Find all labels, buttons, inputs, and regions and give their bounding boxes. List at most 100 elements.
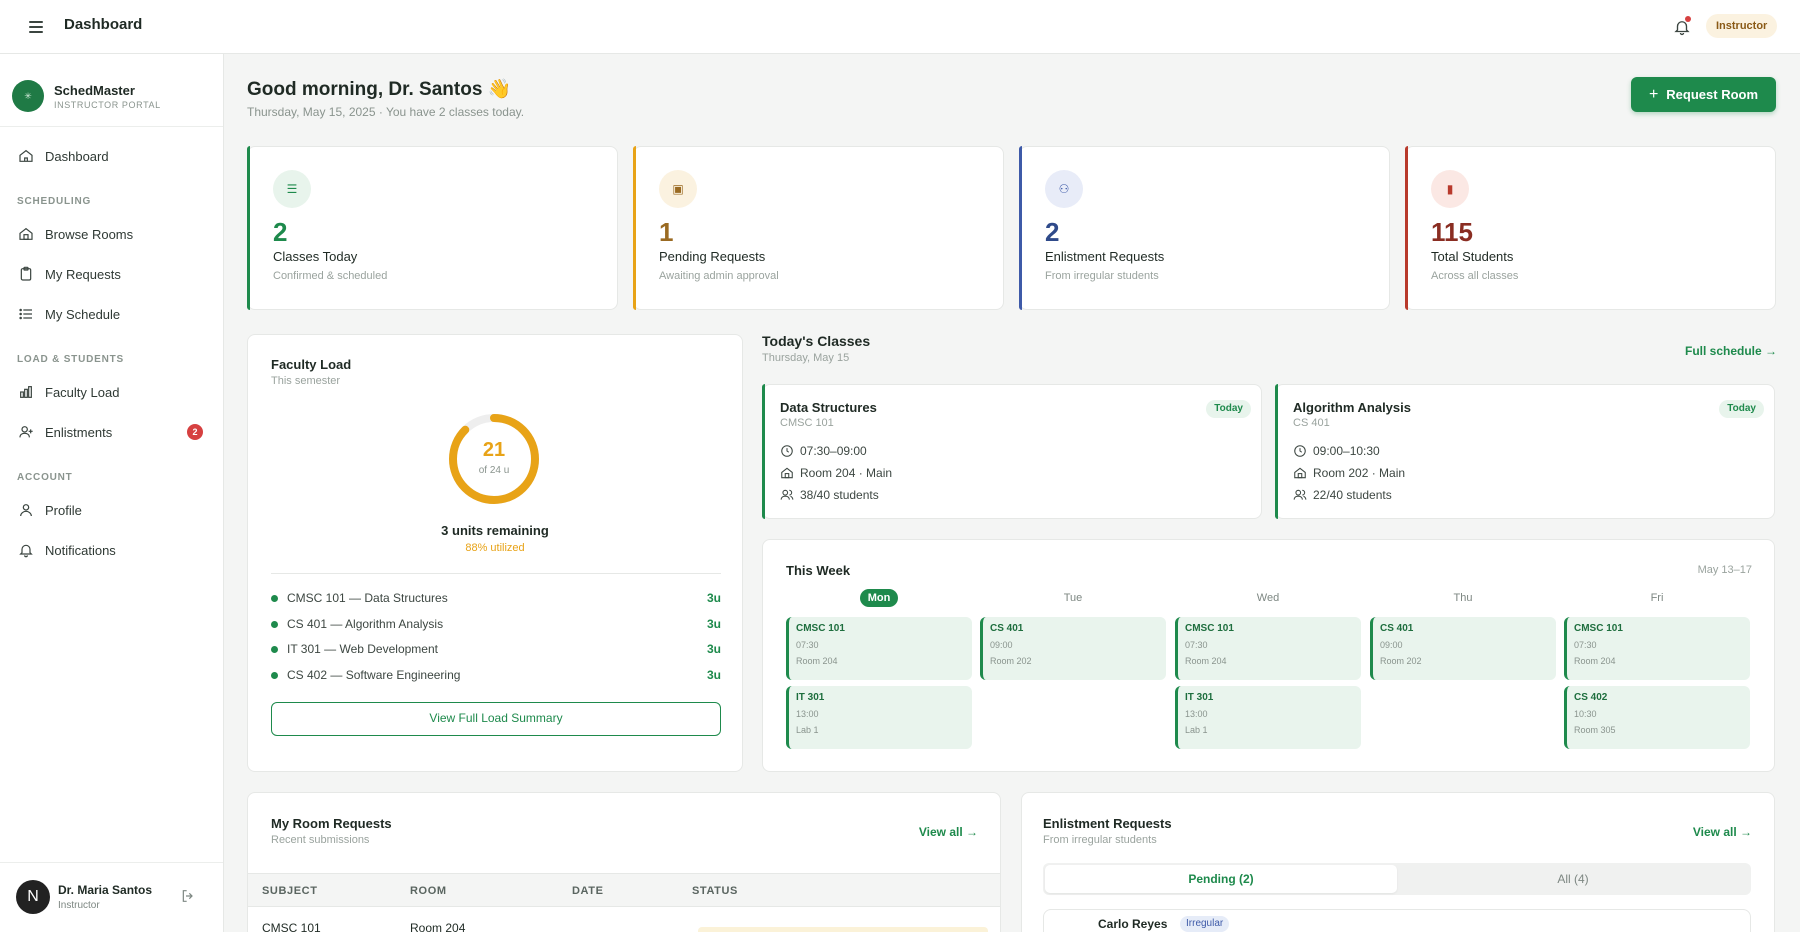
slot-code: CS 401 [1380,623,1414,634]
class-students: 22/40 students [1293,488,1392,502]
sidebar-item-my-schedule[interactable]: My Schedule [0,296,223,332]
stat-value: 2 [273,217,288,247]
room-requests-card: My Room Requests Recent submissions View… [247,792,1001,932]
class-card-algorithm-analysis[interactable]: Algorithm Analysis CS 401 Today 09:00–10… [1275,384,1775,519]
course-name: IT 301 — Web Development [287,642,438,656]
view-all-enlistments-link[interactable]: View all → [1693,825,1752,839]
page-title: Dashboard [64,16,143,33]
card-subtitle: From irregular students [1043,834,1157,846]
sidebar-item-enlistments[interactable]: Enlistments 2 [0,414,223,450]
day-header-mon: Mon [786,589,972,607]
cell-room: Room 204 [410,921,466,932]
column-header-subject: SUBJECT [262,885,318,897]
stat-subtitle: From irregular students [1045,270,1159,282]
day-header-tue: Tue [980,592,1166,604]
card-title: This Week [786,563,851,578]
plus-icon: + [1648,85,1659,103]
sidebar-item-label: Profile [45,502,82,518]
sidebar-item-notifications[interactable]: Notifications [0,532,223,568]
table-header: SUBJECT ROOM DATE STATUS [248,873,1000,907]
schedule-slot[interactable]: CS 401 09:00 Room 202 [1370,617,1556,680]
schedule-slot[interactable]: CS 401 09:00 Room 202 [980,617,1166,680]
stat-accent [1019,146,1022,310]
class-code: CS 401 [1293,417,1330,429]
sidebar-item-label: Faculty Load [45,384,120,400]
course-name: CS 401 — Algorithm Analysis [287,617,444,631]
today-badge: Today [1719,400,1764,418]
class-time-text: 07:30–09:00 [800,444,867,458]
sidebar-item-label: Enlistments [45,424,113,440]
day-label: Fri [1650,592,1664,604]
stat-accent [247,146,250,310]
users-icon: ⚇ [1045,170,1083,208]
stat-value: 2 [1045,217,1060,247]
schedule-slot[interactable]: IT 301 13:00 Lab 1 [1175,686,1361,749]
notification-dot [1685,16,1691,22]
logout-icon[interactable] [180,888,198,906]
bullet [271,594,278,602]
student-name: Carlo Reyes [1098,917,1168,931]
slot-time: 07:30 [796,640,819,650]
slot-code: CS 402 [1574,692,1608,703]
request-room-button[interactable]: + Request Room [1631,77,1776,112]
card-title: My Room Requests [271,816,392,831]
view-full-load-summary-button[interactable]: View Full Load Summary [271,702,721,736]
course-units: 3u [706,668,721,682]
slot-room: Room 204 [1185,656,1227,666]
brand-name: SchedMaster [54,82,135,98]
sidebar-item-faculty-load[interactable]: Faculty Load [0,374,223,410]
stat-label: Pending Requests [659,249,766,264]
class-room: Room 202 · Main [1293,466,1405,480]
class-card-data-structures[interactable]: Data Structures CMSC 101 Today 07:30–09:… [762,384,1262,519]
sidebar-item-dashboard[interactable]: Dashboard [0,138,223,174]
role-badge: Instructor [1706,14,1778,38]
divider [271,573,721,574]
users-icon [1293,489,1307,500]
schedule-slot[interactable]: CMSC 101 07:30 Room 204 [1175,617,1361,680]
list-item: CS 401 — Algorithm Analysis 3u [271,614,721,634]
list-item[interactable]: Carlo Reyes Irregular [1043,909,1751,932]
slot-room: Room 202 [990,656,1032,666]
sidebar-item-profile[interactable]: Profile [0,492,223,528]
bell-icon[interactable] [1671,16,1693,38]
list-item: CS 402 — Software Engineering 3u [271,665,721,685]
stat-subtitle: Across all classes [1431,270,1519,282]
enlistments-count-badge: 2 [187,424,203,440]
slot-time: 09:00 [990,640,1013,650]
status-badge [698,927,988,932]
today-badge: Today [1206,400,1251,418]
day-label: Tue [1063,592,1083,604]
brand[interactable]: ✳ SchedMaster INSTRUCTOR PORTAL [12,80,161,112]
schedule-slot[interactable]: CMSC 101 07:30 Room 204 [786,617,972,680]
slot-time: 13:00 [1185,709,1208,719]
tab-pending[interactable]: Pending (2) [1045,865,1397,893]
class-students-text: 22/40 students [1313,488,1392,502]
column-header-status: STATUS [692,885,738,897]
schedule-slot[interactable]: IT 301 13:00 Lab 1 [786,686,972,749]
slot-time: 07:30 [1574,640,1597,650]
course-units: 3u [706,591,721,605]
card-title: Enlistment Requests [1043,816,1172,831]
day-header-thu: Thu [1370,592,1556,604]
sidebar-item-browse-rooms[interactable]: Browse Rooms [0,216,223,252]
stat-accent [633,146,636,310]
nav-section-scheduling: SCHEDULING [17,196,92,207]
day-label: Mon [859,589,899,607]
enlistment-requests-card: Enlistment Requests From irregular stude… [1021,792,1775,932]
stat-label: Enlistment Requests [1045,249,1165,264]
load-total: of 24 u [478,465,510,476]
avatar[interactable]: N [16,880,50,914]
menu-icon[interactable] [26,18,46,34]
todays-classes-date: Thursday, May 15 [762,352,850,364]
slot-time: 10:30 [1574,709,1597,719]
schedule-slot[interactable]: CMSC 101 07:30 Room 204 [1564,617,1750,680]
column-header-date: DATE [572,885,604,897]
tab-all[interactable]: All (4) [1397,865,1749,893]
slot-code: IT 301 [1185,692,1214,703]
full-schedule-link[interactable]: Full schedule → [1685,344,1777,358]
schedule-slot[interactable]: CS 402 10:30 Room 305 [1564,686,1750,749]
class-name: Algorithm Analysis [1293,400,1411,415]
view-all-room-requests-link[interactable]: View all → [919,825,978,839]
sidebar-item-my-requests[interactable]: My Requests [0,256,223,292]
sidebar-item-label: Notifications [45,542,116,558]
